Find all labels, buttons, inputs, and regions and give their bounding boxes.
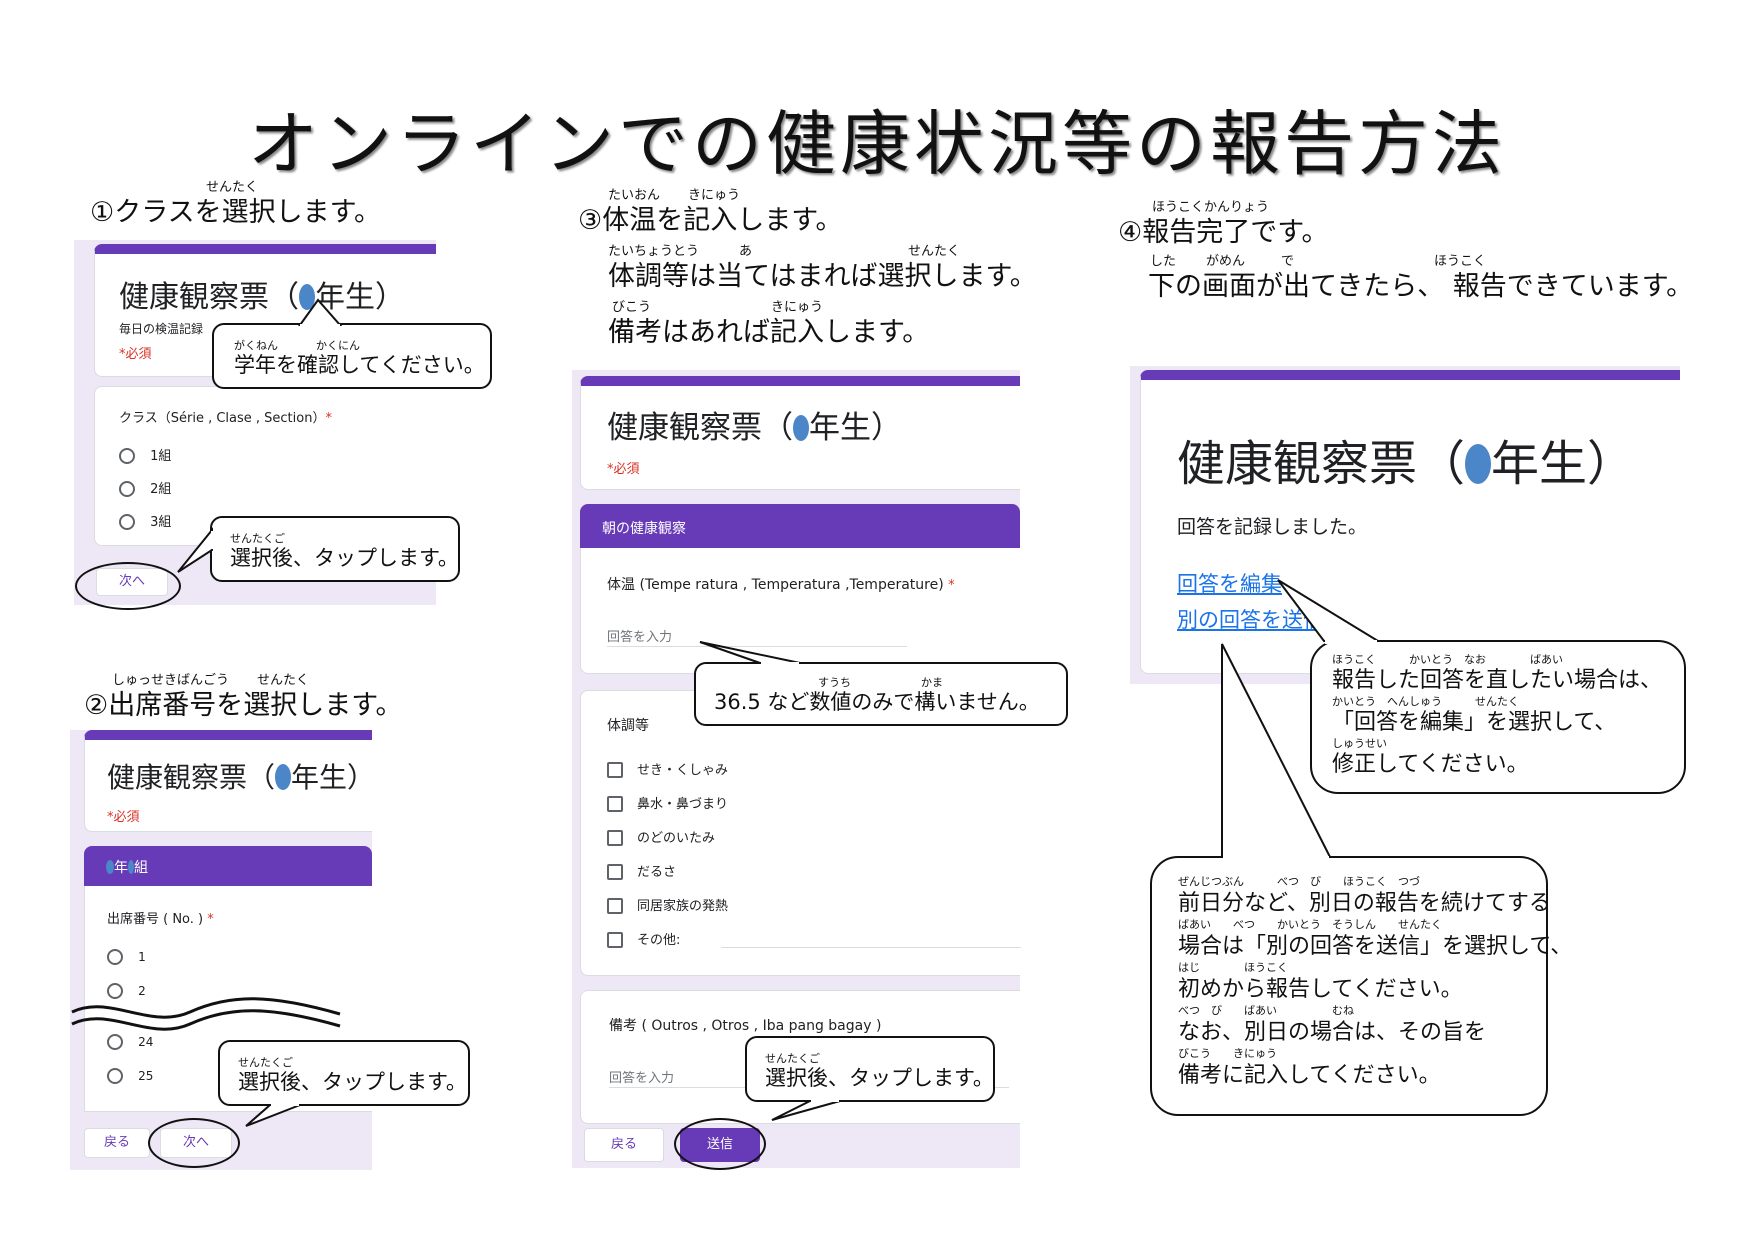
pointer-tail: [699, 641, 801, 664]
pointer-tail: [177, 527, 213, 573]
break-wave-bottom: [71, 1009, 341, 1031]
pointer-tail: [245, 1104, 301, 1127]
pointer-tail: [771, 1100, 841, 1121]
callout-pointers: [71, 298, 1382, 1127]
break-wave-top: [71, 997, 341, 1019]
pointer-tail: [1277, 579, 1382, 642]
pointer-tail: [1221, 643, 1331, 858]
pointer-tail: [298, 298, 343, 326]
